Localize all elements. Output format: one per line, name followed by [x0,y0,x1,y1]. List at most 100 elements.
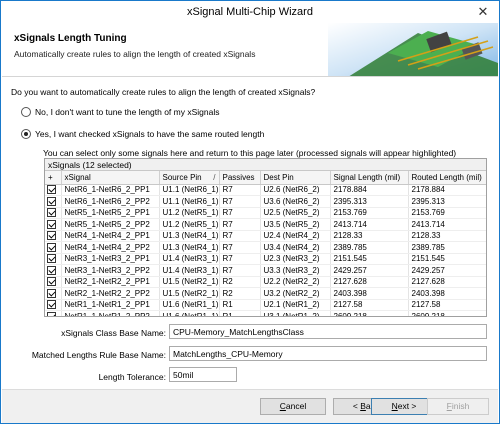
cancel-rest: ancel [285,401,307,411]
table-row[interactable]: NetR4_1-NetR4_2_PP2 U1.3 (NetR4_1) R7 U3.4 … [45,241,486,254]
row-checkbox-cell[interactable] [45,230,62,242]
cell-dest-pin: U3.4 (NetR4_2) [260,241,331,254]
cell-xsignal: NetR6_1-NetR6_2_PP2 [61,195,160,208]
cell-passives: R7 [219,218,261,231]
cell-dest-pin: U2.1 (NetR1_2) [260,299,331,311]
row-checkbox[interactable] [47,311,56,316]
row-checkbox-cell[interactable] [45,310,62,316]
row-checkbox-cell[interactable] [45,253,62,265]
class-name-input[interactable] [169,324,487,339]
cell-routed-length: 2128.33 [408,230,486,242]
cell-signal-length: 2127.58 [330,299,409,311]
table-header-row: + xSignal Source Pin / Passives Dest Pin … [45,171,486,185]
radio-yes[interactable] [21,129,31,139]
cell-signal-length: 2127.628 [330,276,409,288]
rule-name-input[interactable] [169,346,487,361]
cell-xsignal: NetR5_1-NetR5_2_PP1 [61,207,160,219]
cell-signal-length: 2153.769 [330,207,409,219]
page-subtitle: Automatically create rules to align the … [14,49,256,59]
cell-routed-length: 2429.257 [408,264,486,277]
column-header-check[interactable]: + [45,171,62,185]
cell-source-pin: U1.5 (NetR2_1) [159,287,220,300]
row-checkbox-cell[interactable] [45,276,62,288]
cell-passives: R7 [219,230,261,242]
cell-xsignal: NetR5_1-NetR5_2_PP2 [61,218,160,231]
row-checkbox-cell[interactable] [45,218,62,231]
table-row[interactable]: NetR1_1-NetR1_2_PP2 U1.6 (NetR1_1) R1 U3.1 … [45,310,486,316]
cell-source-pin: U1.4 (NetR3_1) [159,253,220,265]
cell-routed-length: 2153.769 [408,207,486,219]
cell-dest-pin: U2.6 (NetR6_2) [260,184,331,196]
radio-no[interactable] [21,107,31,117]
xsignals-grid[interactable]: xSignals (12 selected) + xSignal Source … [44,158,487,317]
table-row[interactable]: NetR3_1-NetR3_2_PP1 U1.4 (NetR3_1) R7 U2.3 … [45,253,486,265]
cell-source-pin: U1.1 (NetR6_1) [159,184,220,196]
row-checkbox[interactable] [47,185,56,195]
option-no[interactable]: No, I don't want to tune the length of m… [21,107,219,117]
cell-dest-pin: U3.3 (NetR3_2) [260,264,331,277]
table-row[interactable]: NetR2_1-NetR2_2_PP2 U1.5 (NetR2_1) R2 U3.2 … [45,287,486,300]
wizard-window: xSignal Multi-Chip Wizard ✕ xSignals Len… [0,0,500,424]
cell-source-pin: U1.3 (NetR4_1) [159,241,220,254]
row-checkbox[interactable] [47,265,56,275]
row-checkbox[interactable] [47,231,56,241]
option-yes-label: Yes, I want checked xSignals to have the… [35,129,265,139]
cell-routed-length: 2127.58 [408,299,486,311]
tolerance-input[interactable] [169,367,237,382]
cell-passives: R7 [219,253,261,265]
row-checkbox[interactable] [47,254,56,264]
table-row[interactable]: NetR5_1-NetR5_2_PP1 U1.2 (NetR5_1) R7 U2.5 … [45,207,486,219]
row-checkbox-cell[interactable] [45,184,62,196]
row-checkbox[interactable] [47,196,56,206]
window-title: xSignal Multi-Chip Wizard [187,6,313,18]
row-checkbox[interactable] [47,277,56,287]
cell-signal-length: 2389.785 [330,241,409,254]
column-header-signal-length[interactable]: Signal Length (mil) [330,171,409,185]
column-header-xsignal[interactable]: xSignal [61,171,160,185]
row-checkbox-cell[interactable] [45,287,62,300]
column-header-dest-pin[interactable]: Dest Pin [260,171,331,185]
button-bar: Cancel < Back Next > Finish [2,389,498,423]
row-checkbox[interactable] [47,300,56,310]
table-row[interactable]: NetR6_1-NetR6_2_PP2 U1.1 (NetR6_1) R7 U3.6 … [45,195,486,208]
cell-xsignal: NetR3_1-NetR3_2_PP2 [61,264,160,277]
cell-passives: R7 [219,241,261,254]
row-checkbox[interactable] [47,219,56,229]
cell-routed-length: 2151.545 [408,253,486,265]
table-row[interactable]: NetR1_1-NetR1_2_PP1 U1.6 (NetR1_1) R1 U2.1 … [45,299,486,311]
finish-rest: inish [451,401,470,411]
column-header-passives[interactable]: Passives [219,171,261,185]
xsignals-table: + xSignal Source Pin / Passives Dest Pin … [45,171,486,316]
column-header-source-pin[interactable]: Source Pin / [159,171,220,185]
next-rest: ext > [397,401,417,411]
cell-signal-length: 2413.714 [330,218,409,231]
row-checkbox[interactable] [47,288,56,298]
cell-source-pin: U1.2 (NetR5_1) [159,218,220,231]
cell-dest-pin: U3.6 (NetR6_2) [260,195,331,208]
hint-text: You can select only some signals here an… [43,148,457,158]
table-row[interactable]: NetR5_1-NetR5_2_PP2 U1.2 (NetR5_1) R7 U3.5 … [45,218,486,231]
row-checkbox[interactable] [47,208,56,218]
column-header-routed-length[interactable]: Routed Length (mil) [408,171,486,185]
table-body: NetR6_1-NetR6_2_PP1 U1.1 (NetR6_1) R7 U2.6 … [45,184,486,316]
table-row[interactable]: NetR6_1-NetR6_2_PP1 U1.1 (NetR6_1) R7 U2.6 … [45,184,486,196]
row-checkbox-cell[interactable] [45,241,62,254]
option-yes[interactable]: Yes, I want checked xSignals to have the… [21,129,264,139]
cell-passives: R7 [219,195,261,208]
cell-xsignal: NetR3_1-NetR3_2_PP1 [61,253,160,265]
cancel-button[interactable]: Cancel [260,398,326,415]
sort-indicator-icon: / [213,172,216,182]
table-row[interactable]: NetR2_1-NetR2_2_PP1 U1.5 (NetR2_1) R2 U2.2 … [45,276,486,288]
cell-signal-length: 2151.545 [330,253,409,265]
row-checkbox-cell[interactable] [45,299,62,311]
row-checkbox-cell[interactable] [45,207,62,219]
row-checkbox-cell[interactable] [45,264,62,277]
row-checkbox[interactable] [47,242,56,252]
table-row[interactable]: NetR3_1-NetR3_2_PP2 U1.4 (NetR3_1) R7 U3.3 … [45,264,486,277]
cell-passives: R2 [219,287,261,300]
table-row[interactable]: NetR4_1-NetR4_2_PP1 U1.3 (NetR4_1) R7 U2.4 … [45,230,486,242]
row-checkbox-cell[interactable] [45,195,62,208]
cell-dest-pin: U2.5 (NetR5_2) [260,207,331,219]
question-text: Do you want to automatically create rule… [11,87,316,97]
close-icon[interactable]: ✕ [470,3,496,21]
